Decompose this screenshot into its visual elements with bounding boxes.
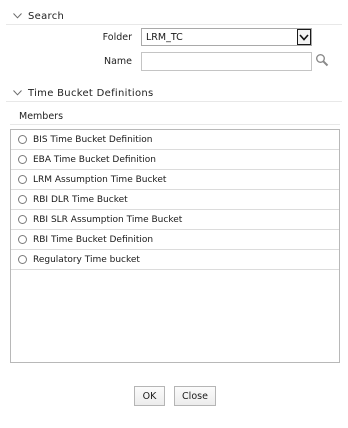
members-list[interactable]: BIS Time Bucket Definition EBA Time Buck…: [10, 129, 340, 363]
radio-button[interactable]: [18, 195, 27, 204]
ok-button[interactable]: OK: [134, 386, 165, 406]
radio-button[interactable]: [18, 135, 27, 144]
chevron-down-icon[interactable]: [10, 9, 24, 23]
dialog: Search Folder LRM_TC Name Time Bucket De…: [0, 0, 348, 428]
search-icon[interactable]: [314, 52, 330, 68]
radio-button[interactable]: [18, 235, 27, 244]
divider: [10, 124, 340, 125]
list-item[interactable]: RBI DLR Time Bucket: [11, 190, 339, 210]
search-section-title: Search: [28, 10, 65, 22]
list-item-label: RBI Time Bucket Definition: [33, 234, 154, 245]
list-item-label: BIS Time Bucket Definition: [33, 134, 153, 145]
time-bucket-section-title: Time Bucket Definitions: [28, 87, 154, 99]
radio-button[interactable]: [18, 155, 27, 164]
radio-button[interactable]: [18, 215, 27, 224]
dropdown-arrow-icon[interactable]: [297, 29, 311, 45]
list-item[interactable]: RBI SLR Assumption Time Bucket: [11, 210, 339, 230]
list-item[interactable]: RBI Time Bucket Definition: [11, 230, 339, 250]
folder-select[interactable]: LRM_TC: [141, 28, 312, 46]
list-item-label: EBA Time Bucket Definition: [33, 154, 156, 165]
radio-button[interactable]: [18, 255, 27, 264]
radio-button[interactable]: [18, 175, 27, 184]
list-item-label: RBI DLR Time Bucket: [33, 194, 128, 205]
list-item[interactable]: EBA Time Bucket Definition: [11, 150, 339, 170]
list-item[interactable]: Regulatory Time bucket: [11, 250, 339, 270]
folder-label: Folder: [102, 32, 132, 43]
chevron-down-icon[interactable]: [10, 86, 24, 100]
time-bucket-section-header[interactable]: Time Bucket Definitions: [6, 85, 342, 102]
name-label: Name: [103, 56, 132, 67]
folder-select-value: LRM_TC: [146, 31, 183, 43]
close-button[interactable]: Close: [174, 386, 216, 406]
search-section-header[interactable]: Search: [6, 8, 342, 25]
list-item-label: RBI SLR Assumption Time Bucket: [33, 214, 183, 225]
name-input[interactable]: [141, 52, 312, 71]
list-item-label: Regulatory Time bucket: [33, 254, 140, 265]
list-item[interactable]: LRM Assumption Time Bucket: [11, 170, 339, 190]
members-label: Members: [19, 111, 64, 122]
list-item-label: LRM Assumption Time Bucket: [33, 174, 167, 185]
list-item[interactable]: BIS Time Bucket Definition: [11, 130, 339, 150]
